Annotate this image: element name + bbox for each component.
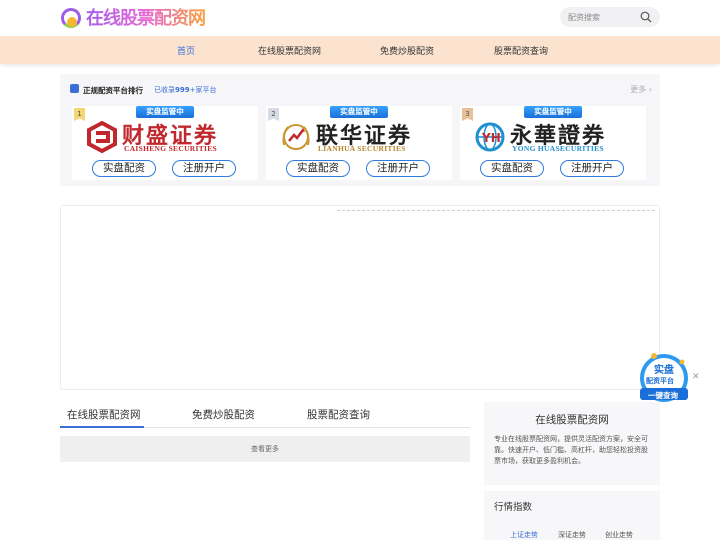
sidebar-link-chinext[interactable]: 创业走势 [605, 530, 633, 540]
platform-ranking: 正规配资平台排行 已收录999+家平台 更多 › 1 实盘监管中 财盛证券 CA… [60, 74, 660, 186]
nav-item-margin-query[interactable]: 股票配资查询 [494, 44, 548, 57]
ranking-more-link[interactable]: 更多 › [630, 84, 652, 95]
lianhua-logo-icon [282, 124, 310, 150]
floating-ad-line1: 实盘 [654, 365, 674, 376]
status-badge: 实盘监管中 [524, 106, 582, 118]
search-input[interactable] [568, 12, 636, 22]
platform-english-name: CAISHENG SECURITIES [124, 144, 218, 153]
top-bar: 在线股票配资网 [0, 0, 720, 36]
margin-trade-button[interactable]: 实盘配资 [92, 160, 156, 177]
nav-item-online-margin[interactable]: 在线股票配资网 [258, 44, 321, 57]
sidebar-description: 专业在线股票配资网，提供灵活配资方案，安全可靠。快速开户、低门槛、高杠杆，助您轻… [494, 435, 648, 465]
tab-online-margin[interactable]: 在线股票配资网 [67, 407, 141, 422]
platform-card[interactable]: 1 实盘监管中 财盛证券 CAISHENG SECURITIES 实盘配资 注册… [72, 106, 258, 180]
open-account-button[interactable]: 注册开户 [560, 160, 624, 177]
logo-icon [60, 5, 84, 29]
chevron-right-icon: › [648, 85, 652, 94]
sidebar-link-shenzhen[interactable]: 深证走势 [558, 530, 586, 540]
close-icon[interactable]: ✕ [692, 372, 700, 382]
search-icon[interactable] [640, 11, 652, 23]
tab-free-trading[interactable]: 免费炒股配资 [192, 407, 255, 422]
caisheng-logo-icon [87, 120, 117, 154]
margin-trade-button[interactable]: 实盘配资 [480, 160, 544, 177]
site-logo[interactable]: 在线股票配资网 [60, 4, 206, 30]
open-account-button[interactable]: 注册开户 [366, 160, 430, 177]
platform-english-name: YONG HUASECURITIES [512, 144, 604, 153]
ranking-count: 999 [175, 86, 190, 94]
view-more-button[interactable]: 查看更多 [60, 436, 470, 462]
yonghua-logo-icon: YH [475, 122, 505, 152]
svg-text:YH: YH [481, 131, 501, 145]
search-box [560, 7, 660, 27]
platform-english-name: LIANHUA SECURITIES [318, 144, 406, 153]
platform-card[interactable]: 3 实盘监管中 YH 永華證券 YONG HUASECURITIES 实盘配资 … [460, 106, 646, 180]
ranking-icon [70, 84, 79, 93]
banner-divider [337, 210, 655, 211]
status-badge: 实盘监管中 [330, 106, 388, 118]
sidebar: 在线股票配资网 专业在线股票配资网，提供灵活配资方案，安全可靠。快速开户、低门槛… [484, 402, 660, 540]
margin-trade-button[interactable]: 实盘配资 [286, 160, 350, 177]
sidebar-subtitle: 行情指数 [494, 502, 533, 513]
nav-item-free-trading[interactable]: 免费炒股配资 [380, 44, 434, 57]
sidebar-link-shanghai[interactable]: 上证走势 [510, 530, 538, 540]
ranking-subtitle: 已收录999+家平台 [154, 86, 217, 94]
nav-item-home[interactable]: 首页 [177, 44, 195, 57]
status-badge: 实盘监管中 [136, 106, 194, 118]
ranking-title: 正规配资平台排行 [83, 86, 143, 95]
open-account-button[interactable]: 注册开户 [172, 160, 236, 177]
sidebar-title: 在线股票配资网 [535, 414, 609, 426]
sidebar-divider [484, 485, 660, 491]
active-tab-indicator [60, 426, 144, 428]
tab-margin-query[interactable]: 股票配资查询 [307, 407, 370, 422]
floating-ad[interactable]: 实盘 配资平台 一键查询 [638, 352, 690, 404]
content-tabs: 在线股票配资网 免费炒股配资 股票配资查询 [60, 402, 470, 428]
logo-text: 在线股票配资网 [86, 4, 206, 30]
platform-card[interactable]: 2 实盘监管中 联华证券 LIANHUA SECURITIES 实盘配资 注册开… [266, 106, 452, 180]
floating-ad-line3: 一键查询 [648, 391, 678, 400]
main-nav: 首页 在线股票配资网 免费炒股配资 股票配资查询 [0, 36, 720, 64]
floating-ad-line2: 配资平台 [646, 377, 674, 385]
banner-area [60, 205, 660, 390]
